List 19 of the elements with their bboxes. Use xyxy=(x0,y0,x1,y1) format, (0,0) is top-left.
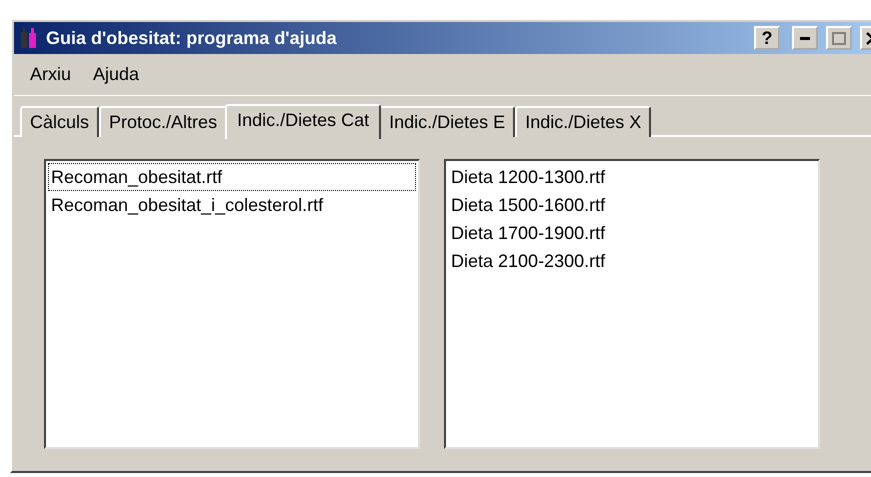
minimize-button[interactable] xyxy=(792,26,818,50)
tab[interactable]: Indic./Dietes E xyxy=(379,106,516,137)
list-item[interactable]: Dieta 1700-1900.rtf xyxy=(448,219,816,247)
list-item[interactable]: Dieta 2100-2300.rtf xyxy=(448,247,816,275)
tab[interactable]: Indic./Dietes Cat xyxy=(225,104,382,139)
tab[interactable]: Indic./Dietes X xyxy=(515,106,652,137)
list-item[interactable]: Recoman_obesitat.rtf xyxy=(48,163,416,191)
tab[interactable]: Càlculs xyxy=(20,106,100,137)
maximize-button[interactable] xyxy=(826,26,852,50)
maximize-icon xyxy=(832,32,846,44)
menu-item[interactable]: Arxiu xyxy=(30,64,72,85)
menu-item[interactable]: Ajuda xyxy=(93,64,140,85)
list-item[interactable]: Recoman_obesitat_i_colesterol.rtf xyxy=(48,191,416,219)
list-item[interactable]: Dieta 1200-1300.rtf xyxy=(448,163,816,191)
tab[interactable]: Protoc./Altres xyxy=(99,106,228,137)
help-button[interactable]: ? xyxy=(754,26,780,50)
window-title: Guia d'obesitat: programa d'ajuda xyxy=(46,28,338,48)
minimize-icon xyxy=(800,36,810,40)
list-item[interactable]: Dieta 1500-1600.rtf xyxy=(448,191,816,219)
